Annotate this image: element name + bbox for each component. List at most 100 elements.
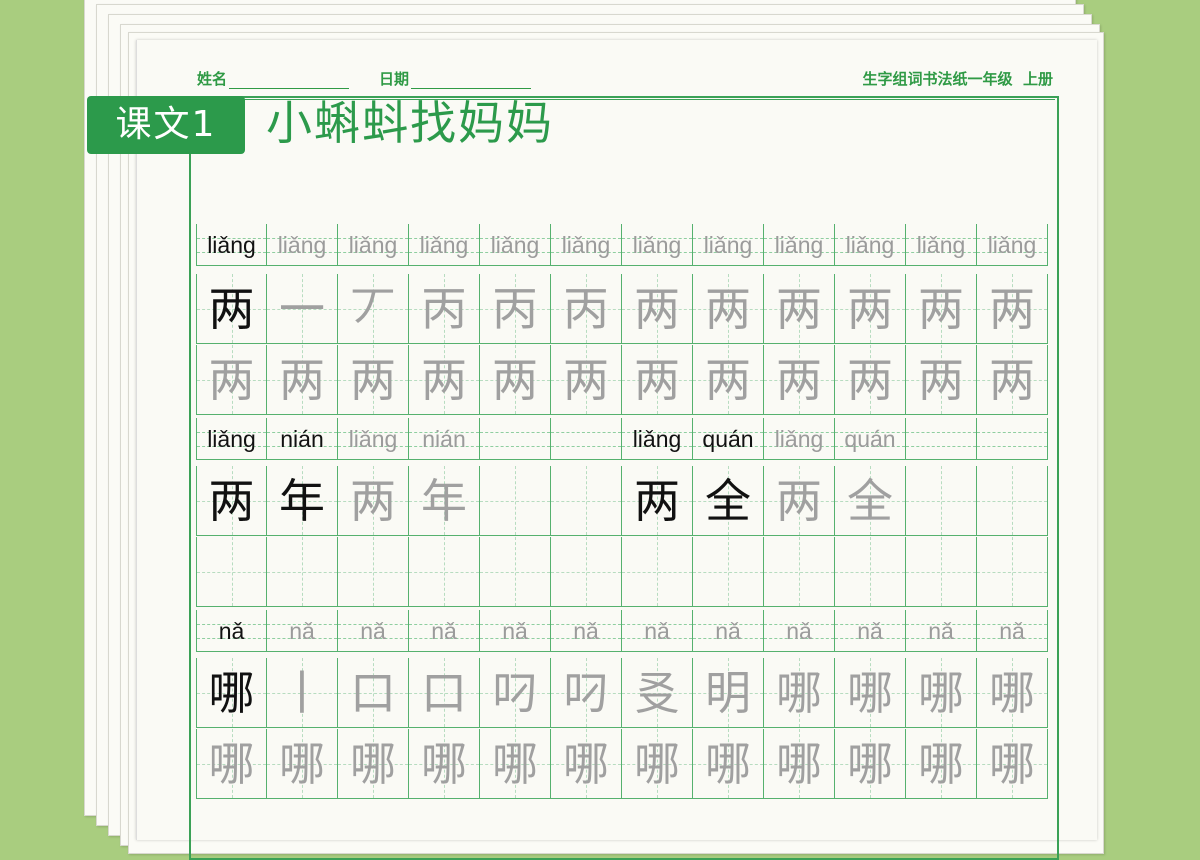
character-cell[interactable]: 哪 [267,729,338,799]
character-cell[interactable]: 两 [267,345,338,415]
character-cell[interactable]: 叼 [480,658,551,728]
pinyin-cell[interactable]: nǎ [480,610,551,652]
character-cell[interactable]: 丙 [480,274,551,344]
pinyin-cell[interactable]: nǎ [693,610,764,652]
character-cell[interactable] [196,537,267,607]
character-cell[interactable]: 两 [693,345,764,415]
pinyin-cell[interactable]: liǎng [693,224,764,266]
character-cell[interactable] [480,466,551,536]
character-cell[interactable]: 哪 [764,658,835,728]
pinyin-cell[interactable]: liǎng [906,224,977,266]
pinyin-cell[interactable] [977,418,1048,460]
character-cell[interactable] [551,537,622,607]
pinyin-cell[interactable]: liǎng [977,224,1048,266]
character-cell[interactable]: 两 [338,466,409,536]
character-cell[interactable]: 口 [409,658,480,728]
pinyin-cell[interactable] [551,418,622,460]
character-cell[interactable]: 哪 [835,658,906,728]
character-cell[interactable]: 丙 [551,274,622,344]
character-cell[interactable]: 丨 [267,658,338,728]
pinyin-cell[interactable]: liǎng [196,418,267,460]
character-cell[interactable]: 两 [906,274,977,344]
pinyin-cell[interactable]: liǎng [480,224,551,266]
pinyin-cell[interactable] [480,418,551,460]
pinyin-cell[interactable]: nián [409,418,480,460]
character-cell[interactable]: 两 [693,274,764,344]
pinyin-cell[interactable]: nǎ [409,610,480,652]
character-cell[interactable]: 两 [977,345,1048,415]
character-cell[interactable] [551,466,622,536]
character-cell[interactable]: 两 [622,345,693,415]
character-cell[interactable]: 哪 [551,729,622,799]
character-cell[interactable]: 两 [977,274,1048,344]
pinyin-cell[interactable]: nǎ [764,610,835,652]
pinyin-cell[interactable]: liǎng [338,418,409,460]
character-cell[interactable] [480,537,551,607]
character-cell[interactable]: 两 [764,466,835,536]
character-cell[interactable]: 哪 [906,658,977,728]
character-cell[interactable]: 哪 [338,729,409,799]
character-cell[interactable]: 哪 [977,729,1048,799]
pinyin-cell[interactable]: nǎ [267,610,338,652]
character-cell[interactable] [835,537,906,607]
pinyin-cell[interactable]: liǎng [267,224,338,266]
pinyin-cell[interactable]: liǎng [764,418,835,460]
character-cell[interactable]: 两 [764,274,835,344]
pinyin-cell[interactable]: nǎ [622,610,693,652]
character-cell[interactable]: 明 [693,658,764,728]
character-cell[interactable]: 叼 [551,658,622,728]
pinyin-cell[interactable]: nǎ [835,610,906,652]
character-cell[interactable] [338,537,409,607]
character-cell[interactable] [906,537,977,607]
pinyin-cell[interactable]: nǎ [551,610,622,652]
character-cell[interactable]: 两 [622,274,693,344]
pinyin-cell[interactable]: nǎ [338,610,409,652]
character-cell[interactable] [977,466,1048,536]
pinyin-cell[interactable]: quán [835,418,906,460]
character-cell[interactable]: 哪 [480,729,551,799]
character-cell[interactable]: 两 [835,274,906,344]
character-cell[interactable]: 丙 [409,274,480,344]
character-cell[interactable]: 哪 [196,658,267,728]
character-cell[interactable] [693,537,764,607]
pinyin-cell[interactable]: quán [693,418,764,460]
pinyin-cell[interactable]: liǎng [622,418,693,460]
character-cell[interactable]: 哪 [409,729,480,799]
character-cell[interactable]: 哪 [764,729,835,799]
pinyin-cell[interactable] [906,418,977,460]
character-cell[interactable]: 口 [338,658,409,728]
character-cell[interactable] [409,537,480,607]
character-cell[interactable]: 全 [693,466,764,536]
pinyin-cell[interactable]: nǎ [906,610,977,652]
character-cell[interactable]: 两 [835,345,906,415]
character-cell[interactable]: 两 [551,345,622,415]
character-cell[interactable]: 两 [906,345,977,415]
character-cell[interactable]: 㕛 [622,658,693,728]
character-cell[interactable]: 两 [338,345,409,415]
pinyin-cell[interactable]: liǎng [338,224,409,266]
pinyin-cell[interactable]: nǎ [977,610,1048,652]
character-cell[interactable]: 一 [267,274,338,344]
character-cell[interactable] [764,537,835,607]
character-cell[interactable] [906,466,977,536]
pinyin-cell[interactable]: liǎng [764,224,835,266]
character-cell[interactable]: 两 [196,345,267,415]
character-cell[interactable]: 丆 [338,274,409,344]
character-cell[interactable]: 两 [196,274,267,344]
character-cell[interactable]: 哪 [622,729,693,799]
character-cell[interactable]: 两 [196,466,267,536]
character-cell[interactable]: 哪 [906,729,977,799]
character-cell[interactable]: 年 [267,466,338,536]
pinyin-cell[interactable]: liǎng [196,224,267,266]
character-cell[interactable] [977,537,1048,607]
pinyin-cell[interactable]: nǎ [196,610,267,652]
pinyin-cell[interactable]: liǎng [409,224,480,266]
character-cell[interactable] [622,537,693,607]
character-cell[interactable]: 哪 [977,658,1048,728]
pinyin-cell[interactable]: liǎng [551,224,622,266]
character-cell[interactable]: 两 [764,345,835,415]
character-cell[interactable]: 两 [480,345,551,415]
pinyin-cell[interactable]: nián [267,418,338,460]
pinyin-cell[interactable]: liǎng [835,224,906,266]
pinyin-cell[interactable]: liǎng [622,224,693,266]
